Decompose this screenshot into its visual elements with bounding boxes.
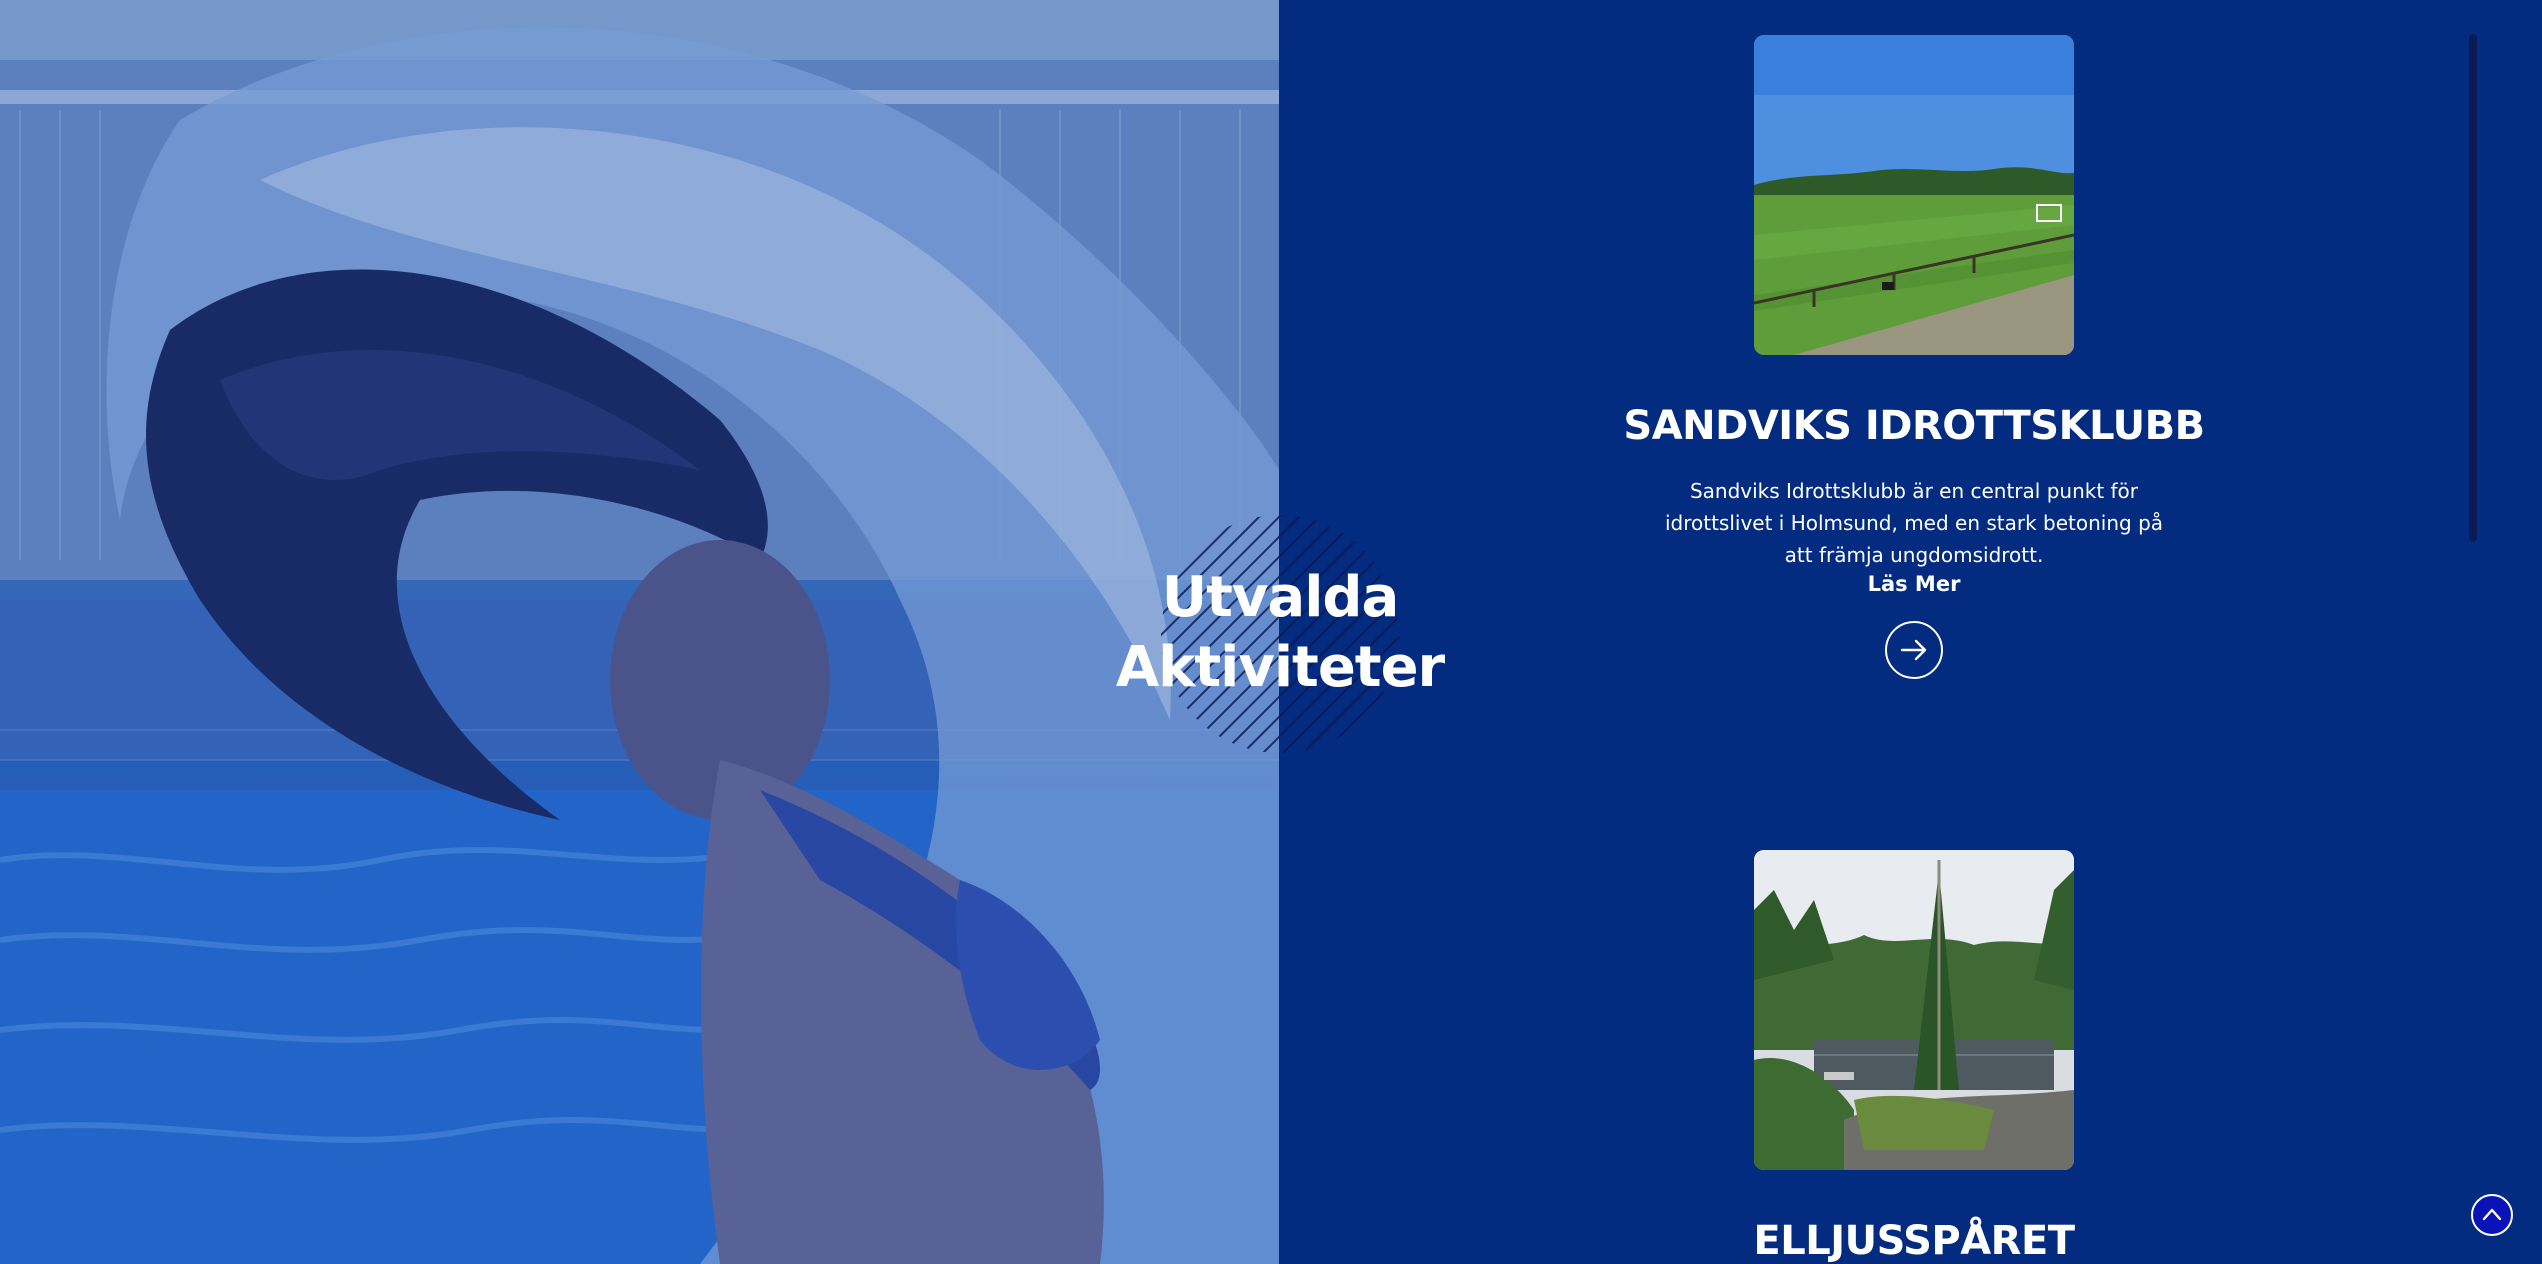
read-more-link[interactable]: Läs Mer <box>1580 571 2248 597</box>
activity-card: SANDVIKS IDROTTSKLUBB Sandviks Idrottskl… <box>1580 35 2248 679</box>
arrow-right-icon <box>1900 639 1927 661</box>
read-more-arrow-button[interactable] <box>1885 621 1943 679</box>
scrollbar-thumb[interactable] <box>2469 34 2477 542</box>
back-to-top-button[interactable] <box>2471 1194 2513 1236</box>
sports-field-image <box>1754 35 2074 355</box>
activity-description: Sandviks Idrottsklubb är en central punk… <box>1664 479 2164 567</box>
section-heading-line-1: Utvalda <box>1161 565 1400 630</box>
sports-field-photo[interactable] <box>1754 35 2074 355</box>
section-heading: Utvalda Aktiviteter <box>1030 563 1530 703</box>
activity-card: ELLJUSSPÅRET <box>1580 850 2248 1264</box>
activity-title: ELLJUSSPÅRET <box>1753 1218 2075 1264</box>
chevron-up-icon <box>2482 1208 2502 1221</box>
forest-lake-photo[interactable] <box>1754 850 2074 1170</box>
page: Utvalda Aktiviteter SANDVIKS IDROTTSKLUB… <box>0 0 2542 1264</box>
forest-lake-image <box>1754 850 2074 1170</box>
section-heading-line-2: Aktiviteter <box>1115 635 1445 700</box>
activity-title: SANDVIKS IDROTTSKLUBB <box>1623 403 2205 449</box>
